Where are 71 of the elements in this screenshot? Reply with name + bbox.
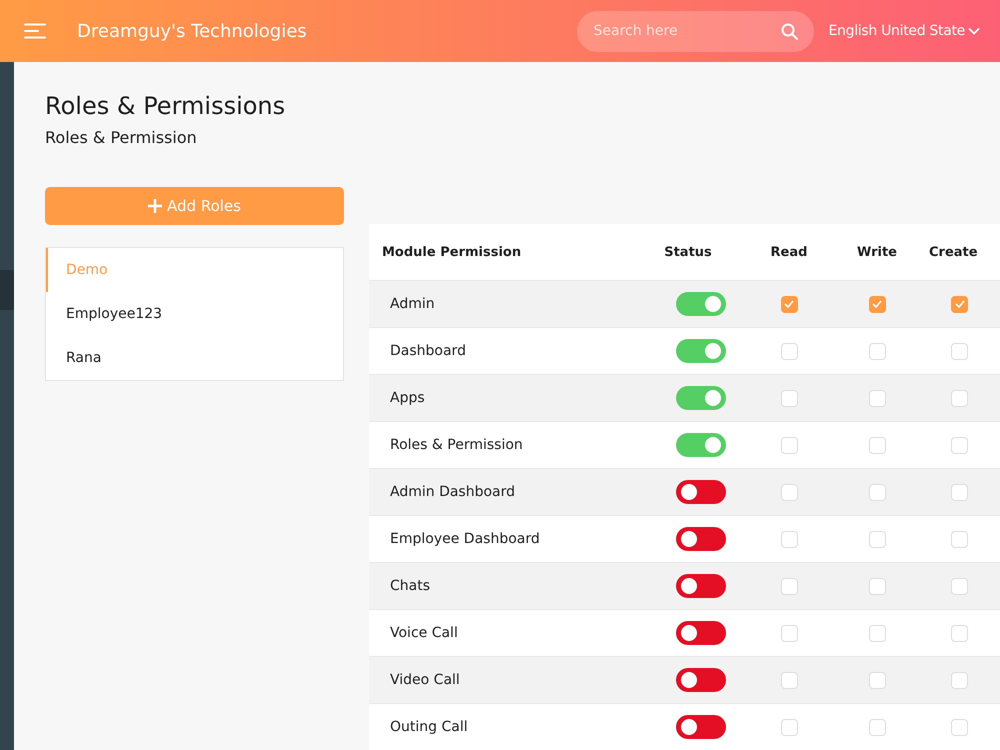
column-header: Read bbox=[745, 224, 833, 280]
permission-checkbox[interactable] bbox=[951, 342, 968, 360]
module-name: Outing Call bbox=[390, 719, 468, 735]
permission-checkbox[interactable] bbox=[780, 624, 798, 642]
checkmark-icon bbox=[784, 300, 794, 308]
permission-checkbox[interactable] bbox=[780, 672, 798, 688]
permission-checkbox[interactable] bbox=[868, 578, 886, 594]
permission-checkbox[interactable] bbox=[951, 296, 968, 312]
permission-checkbox[interactable] bbox=[951, 390, 968, 406]
status-toggle[interactable] bbox=[676, 527, 726, 551]
role-item[interactable]: Rana bbox=[46, 336, 343, 380]
role-item[interactable]: Demo bbox=[46, 248, 343, 292]
permission-checkbox[interactable] bbox=[780, 530, 798, 548]
search-icon[interactable] bbox=[781, 22, 798, 40]
module-name: Dashboard bbox=[390, 343, 466, 359]
status-toggle[interactable] bbox=[676, 433, 726, 457]
permission-checkbox[interactable] bbox=[868, 484, 886, 500]
permission-checkbox[interactable] bbox=[868, 296, 886, 312]
permission-checkbox[interactable] bbox=[780, 296, 798, 312]
module-name: Apps bbox=[390, 390, 425, 406]
checkmark-icon bbox=[872, 300, 882, 308]
permission-checkbox[interactable] bbox=[868, 624, 886, 642]
permission-checkbox[interactable] bbox=[951, 718, 968, 736]
column-header: Create bbox=[921, 224, 1000, 280]
permission-checkbox[interactable] bbox=[868, 390, 886, 406]
permission-checkbox[interactable] bbox=[780, 342, 798, 360]
plus-icon bbox=[148, 199, 162, 213]
status-toggle[interactable] bbox=[676, 339, 726, 363]
permission-checkbox[interactable] bbox=[780, 484, 798, 500]
module-name: Employee Dashboard bbox=[390, 531, 540, 547]
permission-checkbox[interactable] bbox=[780, 436, 798, 454]
module-name: Voice Call bbox=[390, 625, 458, 641]
permission-checkbox[interactable] bbox=[951, 672, 968, 688]
language-dropdown[interactable]: English United State bbox=[828, 23, 980, 39]
permission-checkbox[interactable] bbox=[780, 718, 798, 736]
page-title: Roles & Permissions bbox=[45, 92, 286, 120]
permission-checkbox[interactable] bbox=[951, 624, 968, 642]
sidebar-item[interactable] bbox=[0, 270, 14, 310]
module-name: Video Call bbox=[390, 672, 460, 688]
status-toggle[interactable] bbox=[676, 386, 726, 410]
column-header: Module Permission bbox=[369, 224, 631, 280]
permission-checkbox[interactable] bbox=[868, 530, 886, 548]
column-header: Status bbox=[631, 224, 745, 280]
status-toggle[interactable] bbox=[676, 292, 726, 316]
module-name: Admin Dashboard bbox=[390, 484, 516, 500]
permission-checkbox[interactable] bbox=[780, 578, 798, 594]
column-header: Write bbox=[833, 224, 921, 280]
module-name: Roles & Permission bbox=[390, 437, 523, 453]
permission-checkbox[interactable] bbox=[951, 436, 968, 454]
permission-checkbox[interactable] bbox=[868, 342, 886, 360]
chevron-down-icon bbox=[968, 27, 980, 35]
module-name: Admin bbox=[390, 296, 435, 312]
status-toggle[interactable] bbox=[676, 621, 726, 645]
breadcrumb: Roles & Permission bbox=[45, 128, 198, 147]
menu-icon[interactable] bbox=[24, 23, 46, 39]
module-name: Chats bbox=[390, 578, 430, 594]
permission-checkbox[interactable] bbox=[868, 718, 886, 736]
permission-checkbox[interactable] bbox=[868, 672, 886, 688]
permission-checkbox[interactable] bbox=[868, 436, 886, 454]
permission-checkbox[interactable] bbox=[951, 578, 968, 594]
permission-checkbox[interactable] bbox=[951, 484, 968, 500]
status-toggle[interactable] bbox=[676, 715, 726, 739]
status-toggle[interactable] bbox=[676, 480, 726, 504]
add-roles-button[interactable]: Add Roles bbox=[45, 187, 344, 225]
brand-name: Dreamguy's Technologies bbox=[77, 20, 308, 42]
permission-checkbox[interactable] bbox=[951, 530, 968, 548]
status-toggle[interactable] bbox=[676, 668, 726, 692]
role-item[interactable]: Employee123 bbox=[46, 292, 343, 336]
permission-checkbox[interactable] bbox=[780, 390, 798, 406]
checkmark-icon bbox=[954, 300, 964, 308]
status-toggle[interactable] bbox=[676, 574, 726, 598]
